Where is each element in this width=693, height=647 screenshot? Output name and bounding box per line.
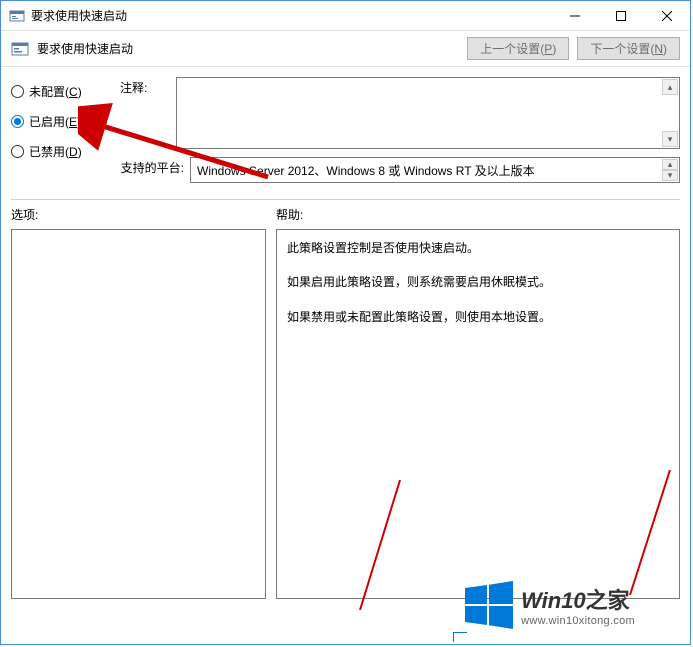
comment-row: 注释: ▴ ▾ bbox=[120, 77, 680, 149]
options-section: 选项: bbox=[11, 206, 266, 599]
radio-group: 未配置(C) 已启用(E) 已禁用(D) bbox=[11, 77, 106, 191]
fields-column: 注释: ▴ ▾ 支持的平台: Windows Server 2012、Windo… bbox=[120, 77, 680, 191]
radio-icon bbox=[11, 145, 24, 158]
radio-not-configured[interactable]: 未配置(C) bbox=[11, 82, 106, 100]
platform-label: 支持的平台: bbox=[120, 157, 190, 176]
help-box[interactable]: 此策略设置控制是否使用快速启动。 如果启用此策略设置，则系统需要启用休眠模式。 … bbox=[276, 229, 680, 599]
comment-textarea[interactable]: ▴ ▾ bbox=[176, 77, 680, 149]
window-controls bbox=[552, 1, 690, 30]
radio-enabled[interactable]: 已启用(E) bbox=[11, 112, 106, 130]
toolbar: 要求使用快速启动 上一个设置(P) 下一个设置(N) bbox=[1, 31, 690, 67]
next-setting-button[interactable]: 下一个设置(N) bbox=[577, 37, 680, 60]
top-row: 未配置(C) 已启用(E) 已禁用(D) 注释: ▴ bbox=[11, 77, 680, 191]
button-bar-partial bbox=[453, 632, 467, 642]
radio-disabled[interactable]: 已禁用(D) bbox=[11, 142, 106, 160]
toolbar-title: 要求使用快速启动 bbox=[37, 40, 459, 57]
dialog-window: 要求使用快速启动 要求使用快速启动 上一个设置(P) 下一个设置(N) bbox=[0, 0, 691, 645]
platform-row: 支持的平台: Windows Server 2012、Windows 8 或 W… bbox=[120, 157, 680, 183]
close-button[interactable] bbox=[644, 1, 690, 30]
minimize-button[interactable] bbox=[552, 1, 598, 30]
radio-label: 未配置(C) bbox=[29, 83, 82, 100]
content-area: 未配置(C) 已启用(E) 已禁用(D) 注释: ▴ bbox=[1, 67, 690, 605]
scroll-down-icon[interactable]: ▾ bbox=[662, 170, 678, 181]
help-paragraph: 如果启用此策略设置，则系统需要启用休眠模式。 bbox=[287, 272, 669, 292]
radio-label: 已禁用(D) bbox=[29, 143, 82, 160]
platform-field: Windows Server 2012、Windows 8 或 Windows … bbox=[190, 157, 680, 183]
help-section: 帮助: 此策略设置控制是否使用快速启动。 如果启用此策略设置，则系统需要启用休眠… bbox=[276, 206, 680, 599]
options-label: 选项: bbox=[11, 206, 266, 223]
radio-icon bbox=[11, 85, 24, 98]
titlebar: 要求使用快速启动 bbox=[1, 1, 690, 31]
scroll-up-icon[interactable]: ▴ bbox=[662, 79, 678, 95]
scroll-down-icon[interactable]: ▾ bbox=[662, 131, 678, 147]
options-box[interactable] bbox=[11, 229, 266, 599]
bottom-row: 选项: 帮助: 此策略设置控制是否使用快速启动。 如果启用此策略设置，则系统需要… bbox=[11, 206, 680, 599]
help-paragraph: 此策略设置控制是否使用快速启动。 bbox=[287, 238, 669, 258]
comment-label: 注释: bbox=[120, 77, 176, 96]
help-label: 帮助: bbox=[276, 206, 680, 223]
radio-icon bbox=[11, 115, 24, 128]
maximize-button[interactable] bbox=[598, 1, 644, 30]
divider bbox=[11, 199, 680, 200]
radio-label: 已启用(E) bbox=[29, 113, 81, 130]
app-icon bbox=[9, 8, 25, 24]
scroll-up-icon[interactable]: ▴ bbox=[662, 159, 678, 170]
policy-icon bbox=[11, 40, 29, 58]
window-title: 要求使用快速启动 bbox=[31, 7, 552, 24]
previous-setting-button[interactable]: 上一个设置(P) bbox=[467, 37, 569, 60]
help-paragraph: 如果禁用或未配置此策略设置，则使用本地设置。 bbox=[287, 307, 669, 327]
